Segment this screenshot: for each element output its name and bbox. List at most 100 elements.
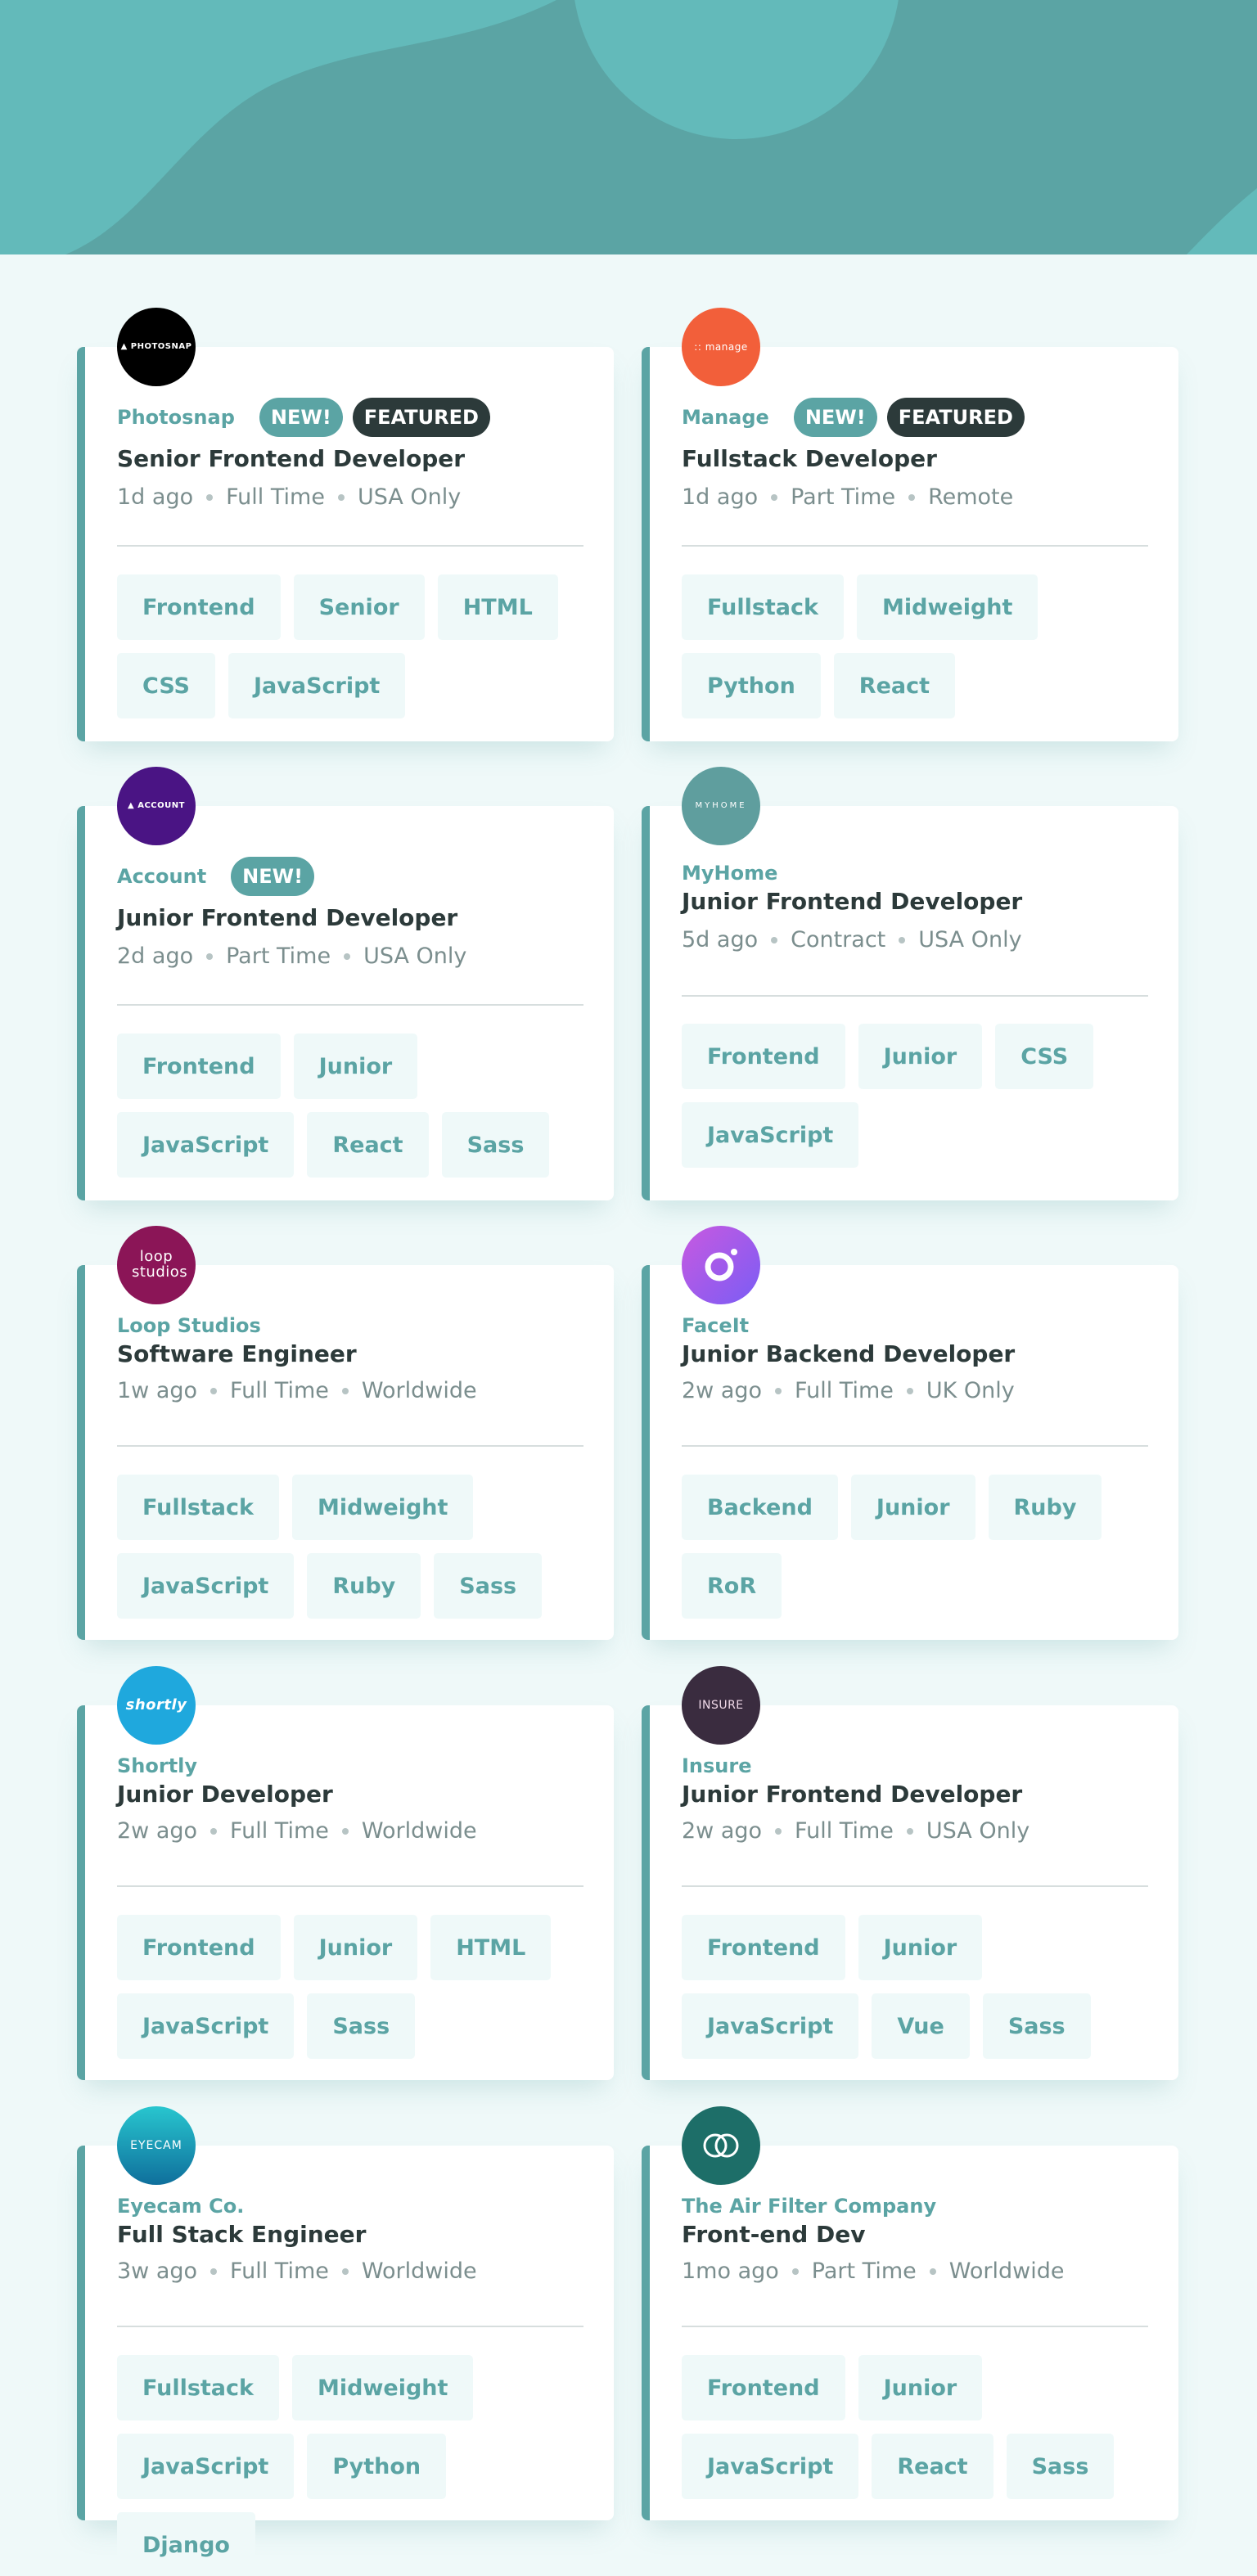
filter-tag[interactable]: HTML [430,1915,552,1980]
dot-separator [908,493,916,501]
job-meta: 1d ago Full Time USA Only [117,484,461,510]
filter-tag[interactable]: Midweight [857,574,1038,640]
job-meta: 1w ago Full Time Worldwide [117,1378,477,1403]
filter-tag[interactable]: Ruby [988,1475,1102,1540]
filter-tag[interactable]: CSS [995,1024,1094,1089]
dot-separator [337,493,345,501]
filter-tag[interactable]: Senior [293,574,425,640]
job-card[interactable]: :: manage Manage NEW! FEATURED Fullstack… [642,308,1178,741]
tag-list: Frontend Junior HTML JavaScript Sass [117,1915,592,2059]
filter-tag[interactable]: Junior [858,2355,983,2421]
filter-tag[interactable]: React [833,653,956,718]
filter-tag[interactable]: JavaScript [117,1112,295,1178]
dot-separator [771,936,778,943]
filter-tag[interactable]: Backend [682,1475,838,1540]
filter-tag[interactable]: Junior [293,1034,418,1099]
filter-tag[interactable]: Sass [441,1112,550,1178]
filter-tag[interactable]: JavaScript [682,1993,859,2059]
photosnap-logo-icon: ▲ PHOTOSNAP [117,308,196,386]
filter-tag[interactable]: Junior [293,1915,418,1980]
job-position[interactable]: Junior Developer [117,1781,333,1808]
dot-separator [341,1387,349,1394]
job-card[interactable]: The Air Filter Company Front-end Dev 1mo… [642,2106,1178,2520]
job-position[interactable]: Junior Frontend Developer [682,1781,1022,1808]
job-card[interactable]: MYHOME MyHome Junior Frontend Developer … [642,767,1178,1200]
job-card[interactable]: FaceIt Junior Backend Developer 2w ago F… [642,1226,1178,1640]
job-card[interactable]: loop studios Loop Studios Software Engin… [77,1226,614,1640]
shortly-logo-icon: shortly [117,1666,196,1745]
card-divider [117,545,583,547]
filter-tag[interactable]: Python [307,2434,447,2499]
filter-tag[interactable]: Fullstack [117,1475,279,1540]
job-card[interactable]: shortly Shortly Junior Developer 2w ago … [77,1666,614,2080]
job-card[interactable]: ▲ ACCOUNT Account NEW! Junior Frontend D… [77,767,614,1200]
account-logo-icon: ▲ ACCOUNT [117,767,196,845]
contract-type: Contract [791,927,886,952]
job-position[interactable]: Software Engineer [117,1340,357,1367]
filter-tag[interactable]: JavaScript [117,1993,295,2059]
filter-tag[interactable]: JavaScript [117,1553,295,1619]
manage-logo-icon: :: manage [682,308,760,386]
filter-tag[interactable]: Frontend [682,2355,845,2421]
filter-tag[interactable]: Vue [872,1993,970,2059]
card-divider [682,1445,1148,1447]
filter-tag[interactable]: JavaScript [682,1102,859,1168]
filter-tag[interactable]: CSS [117,653,215,718]
filter-tag[interactable]: HTML [437,574,558,640]
job-card[interactable]: INSURE Insure Junior Frontend Developer … [642,1666,1178,2080]
filter-tag[interactable]: Midweight [292,1475,474,1540]
job-position[interactable]: Junior Frontend Developer [117,904,457,931]
filter-tag[interactable]: Sass [434,1553,543,1619]
contract-type: Full Time [230,2259,329,2284]
job-location: USA Only [357,484,462,510]
filter-tag[interactable]: Frontend [682,1024,845,1089]
filter-tag[interactable]: JavaScript [682,2434,859,2499]
job-meta: 2w ago Full Time UK Only [682,1378,1015,1403]
job-card[interactable]: EYECAM Eyecam Co. Full Stack Engineer 3w… [77,2106,614,2576]
dot-separator [771,493,778,501]
posted-at: 2w ago [682,1818,763,1844]
filter-tag[interactable]: Python [682,653,821,718]
job-position[interactable]: Fullstack Developer [682,445,937,472]
featured-badge: FEATURED [886,398,1025,437]
job-position[interactable]: Junior Backend Developer [682,1340,1015,1367]
filter-tag[interactable]: Django [117,2512,255,2576]
filter-tag[interactable]: Frontend [117,1034,281,1099]
filter-tag[interactable]: JavaScript [228,653,406,718]
filter-tag[interactable]: Fullstack [117,2355,279,2421]
filter-tag[interactable]: Ruby [307,1553,421,1619]
job-position[interactable]: Senior Frontend Developer [117,445,465,472]
filter-tag[interactable]: React [307,1112,429,1178]
eyecam-logo-icon: EYECAM [117,2106,196,2185]
dot-separator [775,1387,782,1394]
contract-type: Part Time [791,484,896,510]
posted-at: 1d ago [682,484,759,510]
posted-at: 2d ago [117,943,194,969]
filter-tag[interactable]: React [872,2434,993,2499]
job-position[interactable]: Full Stack Engineer [117,2221,366,2248]
contract-type: Full Time [795,1818,894,1844]
filter-tag[interactable]: Sass [307,1993,416,2059]
filter-tag[interactable]: Sass [982,1993,1091,2059]
dot-separator [344,952,351,960]
filter-tag[interactable]: Junior [858,1024,983,1089]
job-position[interactable]: Junior Frontend Developer [682,888,1022,915]
filter-tag[interactable]: Frontend [682,1915,845,1980]
filter-tag[interactable]: Frontend [117,574,281,640]
job-card[interactable]: ▲ PHOTOSNAP Photosnap NEW! FEATURED Seni… [77,308,614,741]
posted-at: 1w ago [117,1378,198,1403]
filter-tag[interactable]: Junior [850,1475,975,1540]
filter-tag[interactable]: Junior [858,1915,983,1980]
filter-tag[interactable]: Frontend [117,1915,281,1980]
dot-separator [899,936,906,943]
job-meta: 3w ago Full Time Worldwide [117,2259,477,2284]
job-position[interactable]: Front-end Dev [682,2221,866,2248]
filter-tag[interactable]: Fullstack [682,574,844,640]
filter-tag[interactable]: RoR [682,1553,782,1619]
faceit-logo-icon [682,1226,760,1304]
card-divider [117,1885,583,1887]
filter-tag[interactable]: Sass [1006,2434,1115,2499]
job-location: UK Only [926,1378,1015,1403]
filter-tag[interactable]: Midweight [292,2355,474,2421]
filter-tag[interactable]: JavaScript [117,2434,295,2499]
